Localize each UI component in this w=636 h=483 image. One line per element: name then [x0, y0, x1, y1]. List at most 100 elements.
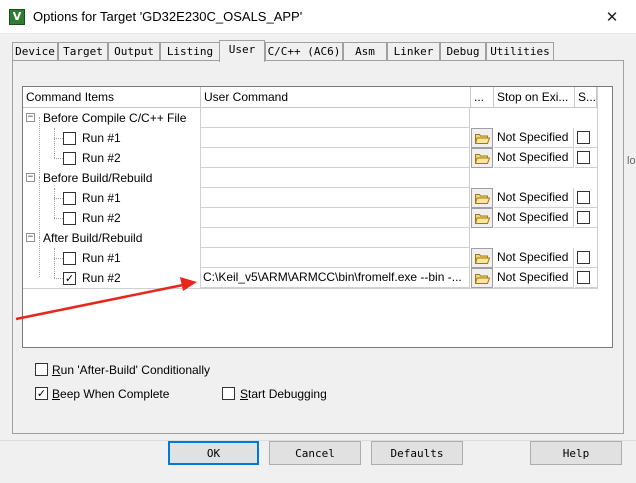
before-build-run1-command[interactable]: [200, 188, 470, 208]
before-build-run1-s-checkbox[interactable]: [577, 191, 590, 204]
group-before-build: Before Build/Rebuild: [43, 171, 153, 185]
tab-target[interactable]: Target: [58, 42, 108, 61]
after-build-run1-label: Run #1: [82, 251, 121, 265]
tab-device[interactable]: Device: [12, 42, 58, 61]
after-build-run1-s-cell: [575, 248, 597, 268]
tab-strip: Device Target Output Listing User C/C++ …: [12, 40, 632, 62]
after-build-run1-command[interactable]: [200, 248, 470, 268]
before-compile-run1-s-cell: [575, 128, 597, 148]
after-build-run2-label: Run #2: [82, 271, 121, 285]
help-button[interactable]: Help: [530, 441, 622, 465]
after-build-run2-browse-button[interactable]: [471, 268, 493, 288]
beep-when-complete-checkbox[interactable]: ✓: [35, 387, 48, 400]
after-build-run2-s-checkbox[interactable]: [577, 271, 590, 284]
ok-button[interactable]: OK: [168, 441, 259, 465]
keil-app-icon: V: [9, 9, 25, 25]
tab-c-cpp-ac6[interactable]: C/C++ (AC6): [265, 42, 343, 61]
beep-when-complete-label[interactable]: Beep When Complete: [52, 387, 169, 401]
before-build-run2-label: Run #2: [82, 211, 121, 225]
after-build-run1-browse-button[interactable]: [471, 248, 493, 268]
collapse-after-build-icon[interactable]: −: [26, 233, 35, 242]
window-title: Options for Target 'GD32E230C_OSALS_APP': [33, 9, 303, 24]
run-after-build-conditionally-label[interactable]: Run 'After-Build' Conditionally: [52, 363, 210, 377]
before-build-run1-checkbox[interactable]: [63, 192, 76, 205]
before-compile-run2-command[interactable]: [200, 148, 470, 168]
tab-utilities[interactable]: Utilities: [486, 42, 554, 61]
group-row-spacer: [200, 168, 470, 188]
before-build-run2-s-checkbox[interactable]: [577, 211, 590, 224]
tab-linker[interactable]: Linker: [387, 42, 440, 61]
tree-line: [54, 218, 63, 219]
options-dialog: V Options for Target 'GD32E230C_OSALS_AP…: [0, 0, 636, 483]
before-build-run2-browse-button[interactable]: [471, 208, 493, 228]
before-compile-run2-s-checkbox[interactable]: [577, 151, 590, 164]
header-stop-on-exit[interactable]: Stop on Exi...: [494, 87, 575, 108]
cancel-button[interactable]: Cancel: [269, 441, 361, 465]
after-build-run2-command[interactable]: C:\Keil_v5\ARM\ARMCC\bin\fromelf.exe --b…: [203, 268, 469, 288]
tree-line: [54, 138, 63, 139]
before-build-run2-s-cell: [575, 208, 597, 228]
group-row-spacer: [200, 228, 470, 248]
after-build-run1-s-checkbox[interactable]: [577, 251, 590, 264]
after-build-run2-s-cell: [575, 268, 597, 288]
folder-open-icon: [475, 274, 490, 284]
defaults-button[interactable]: Defaults: [371, 441, 463, 465]
before-compile-run2-browse-button[interactable]: [471, 148, 493, 168]
before-compile-run2-s-cell: [575, 148, 597, 168]
tab-output[interactable]: Output: [108, 42, 160, 61]
tab-listing[interactable]: Listing: [160, 42, 220, 61]
folder-open-icon: [475, 194, 490, 204]
collapse-before-build-icon[interactable]: −: [26, 173, 35, 182]
column-divider: [200, 108, 201, 288]
header-browse[interactable]: ...: [471, 87, 494, 108]
before-compile-run2-checkbox[interactable]: [63, 152, 76, 165]
before-build-run1-s-cell: [575, 188, 597, 208]
before-build-run1-stop-on-exit[interactable]: Not Specified: [494, 188, 574, 208]
tab-user[interactable]: User: [219, 40, 265, 62]
before-build-run2-checkbox[interactable]: [63, 212, 76, 225]
before-compile-run2-stop-on-exit[interactable]: Not Specified: [494, 148, 574, 168]
before-compile-run2-label: Run #2: [82, 151, 121, 165]
tree-line: [54, 158, 63, 159]
header-command-items[interactable]: Command Items: [23, 87, 201, 108]
close-icon: ✕: [605, 8, 619, 26]
after-build-run2-checkbox[interactable]: ✓: [63, 272, 76, 285]
tree-line: [54, 258, 63, 259]
after-build-run1-stop-on-exit[interactable]: Not Specified: [494, 248, 574, 268]
before-build-run2-command[interactable]: [200, 208, 470, 228]
run-after-build-conditionally-checkbox[interactable]: [35, 363, 48, 376]
before-build-run1-label: Run #1: [82, 191, 121, 205]
header-s[interactable]: S...: [575, 87, 597, 108]
before-build-run2-stop-on-exit[interactable]: Not Specified: [494, 208, 574, 228]
tree-line: [54, 188, 55, 218]
before-build-run1-browse-button[interactable]: [471, 188, 493, 208]
group-row-spacer: [200, 108, 470, 128]
before-compile-run1-s-checkbox[interactable]: [577, 131, 590, 144]
background-window-text: lo: [627, 155, 636, 167]
group-before-compile: Before Compile C/C++ File: [43, 111, 187, 125]
start-debugging-label[interactable]: Start Debugging: [240, 387, 327, 401]
title-bar: V Options for Target 'GD32E230C_OSALS_AP…: [0, 0, 636, 34]
after-build-run2-stop-on-exit[interactable]: Not Specified: [494, 268, 574, 288]
close-button[interactable]: ✕: [592, 3, 632, 31]
before-compile-run1-stop-on-exit[interactable]: Not Specified: [494, 128, 574, 148]
tree-line: [54, 128, 55, 158]
folder-open-icon: [475, 154, 490, 164]
folder-open-icon: [475, 214, 490, 224]
tab-asm[interactable]: Asm: [343, 42, 387, 61]
collapse-before-compile-icon[interactable]: −: [26, 113, 35, 122]
group-after-build: After Build/Rebuild: [43, 231, 143, 245]
before-compile-run1-label: Run #1: [82, 131, 121, 145]
folder-open-icon: [475, 254, 490, 264]
tab-debug[interactable]: Debug: [440, 42, 486, 61]
after-build-run1-checkbox[interactable]: [63, 252, 76, 265]
tree-line: [54, 198, 63, 199]
before-compile-run1-browse-button[interactable]: [471, 128, 493, 148]
folder-open-icon: [475, 134, 490, 144]
before-compile-run1-command[interactable]: [200, 128, 470, 148]
start-debugging-checkbox[interactable]: [222, 387, 235, 400]
before-compile-run1-checkbox[interactable]: [63, 132, 76, 145]
column-divider: [597, 87, 598, 288]
grid-bottom-line: [23, 288, 598, 289]
header-user-command[interactable]: User Command: [201, 87, 471, 108]
